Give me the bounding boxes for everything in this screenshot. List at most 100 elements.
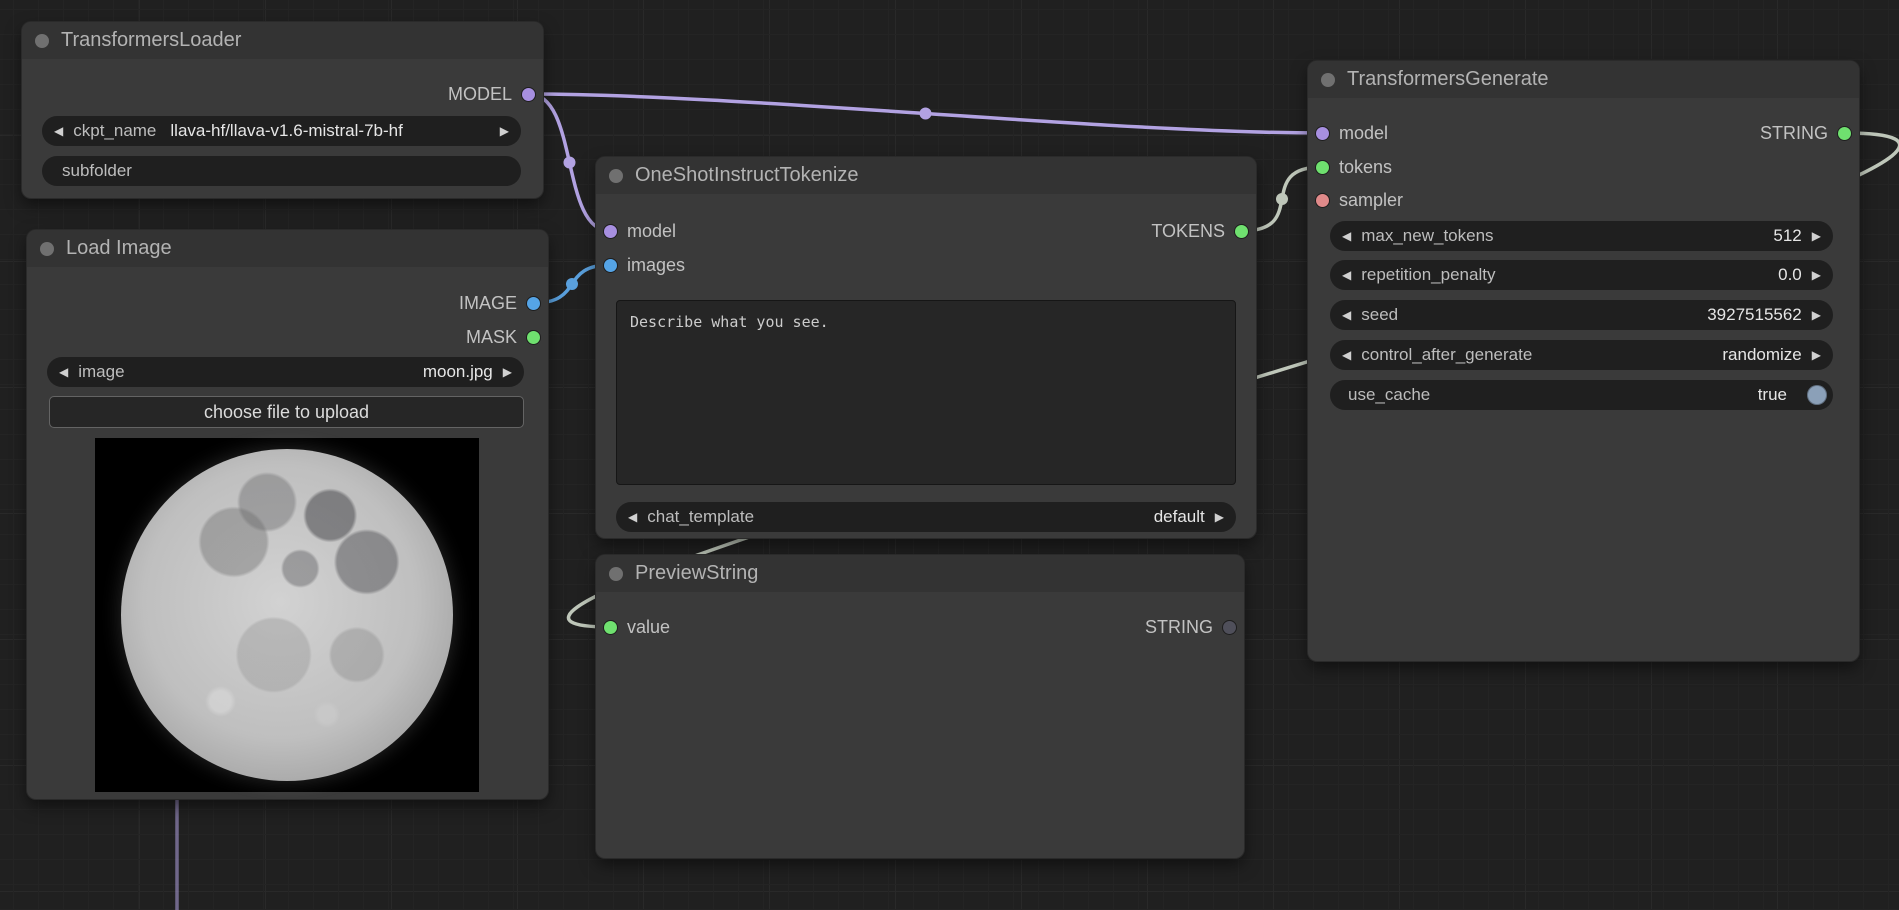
slot-dot-model-icon[interactable]	[522, 88, 535, 101]
widget-name: control_after_generate	[1361, 345, 1532, 365]
slot-label: MASK	[466, 327, 517, 348]
moon-image	[121, 449, 453, 781]
slot-dot-sampler-icon[interactable]	[1316, 194, 1329, 207]
widget-chat-template[interactable]: ◀ chat_template default ▶	[616, 502, 1236, 532]
node-status-dot-icon	[609, 567, 623, 581]
slot-dot-string-icon[interactable]	[1838, 127, 1851, 140]
link-midpoint-dot	[566, 278, 578, 290]
node-preview-string[interactable]: PreviewString value STRING	[596, 555, 1244, 858]
slot-dot-mask-icon[interactable]	[527, 331, 540, 344]
node-status-dot-icon	[1321, 73, 1335, 87]
node-title-bar[interactable]: TransformersGenerate	[1308, 61, 1859, 98]
image-preview	[95, 438, 479, 792]
node-load-image[interactable]: Load Image IMAGE MASK ◀ image moon.jpg ▶…	[27, 230, 548, 799]
output-slot-model[interactable]: MODEL	[448, 81, 535, 107]
widget-subfolder[interactable]: subfolder	[42, 156, 521, 186]
combo-right-arrow-icon[interactable]: ▶	[1812, 308, 1821, 322]
slot-label: sampler	[1339, 190, 1403, 211]
node-status-dot-icon	[35, 34, 49, 48]
slot-label: images	[627, 255, 685, 276]
widget-control-after-generate[interactable]: ◀ control_after_generate randomize ▶	[1330, 340, 1833, 370]
node-graph-canvas[interactable]: TransformersLoader MODEL ◀ ckpt_name lla…	[0, 0, 1899, 910]
prompt-textarea[interactable]: Describe what you see.	[616, 300, 1236, 485]
slot-label: IMAGE	[459, 293, 517, 314]
widget-name: image	[78, 362, 124, 382]
combo-left-arrow-icon[interactable]: ◀	[1342, 308, 1351, 322]
widget-name: ckpt_name	[73, 121, 156, 141]
slot-dot-string-icon[interactable]	[1223, 621, 1236, 634]
combo-left-arrow-icon[interactable]: ◀	[54, 124, 63, 138]
node-transformers-generate[interactable]: TransformersGenerate model tokens sample…	[1308, 61, 1859, 661]
input-slot-model[interactable]: model	[604, 218, 676, 244]
link-midpoint-dot	[920, 108, 932, 120]
widget-value: llava-hf/llava-v1.6-mistral-7b-hf	[170, 121, 402, 141]
slot-dot-model-icon[interactable]	[604, 225, 617, 238]
output-slot-string[interactable]: STRING	[1760, 120, 1851, 146]
combo-left-arrow-icon[interactable]: ◀	[1342, 229, 1351, 243]
output-slot-string[interactable]: STRING	[1145, 614, 1236, 640]
slot-label: TOKENS	[1151, 221, 1225, 242]
widget-value: default	[1154, 507, 1205, 527]
node-status-dot-icon	[40, 242, 54, 256]
widget-value: true	[1758, 385, 1787, 405]
combo-right-arrow-icon[interactable]: ▶	[1215, 510, 1224, 524]
slot-dot-model-icon[interactable]	[1316, 127, 1329, 140]
node-transformers-loader[interactable]: TransformersLoader MODEL ◀ ckpt_name lla…	[22, 22, 543, 198]
node-title: OneShotInstructTokenize	[635, 164, 858, 187]
input-slot-images[interactable]: images	[604, 252, 685, 278]
widget-name: subfolder	[62, 161, 132, 181]
slot-dot-image-icon[interactable]	[527, 297, 540, 310]
widget-name: use_cache	[1348, 385, 1430, 405]
combo-left-arrow-icon[interactable]: ◀	[59, 365, 68, 379]
node-title-bar[interactable]: OneShotInstructTokenize	[596, 157, 1256, 194]
node-title-bar[interactable]: TransformersLoader	[22, 22, 543, 59]
use-cache-toggle[interactable]	[1807, 385, 1827, 405]
node-status-dot-icon	[609, 169, 623, 183]
combo-left-arrow-icon[interactable]: ◀	[1342, 348, 1351, 362]
output-slot-tokens[interactable]: TOKENS	[1151, 218, 1248, 244]
output-slot-image[interactable]: IMAGE	[459, 290, 540, 316]
input-slot-tokens[interactable]: tokens	[1316, 154, 1392, 180]
input-slot-sampler[interactable]: sampler	[1316, 187, 1403, 213]
widget-name: max_new_tokens	[1361, 226, 1493, 246]
link-midpoint-dot	[564, 157, 576, 169]
slot-label: tokens	[1339, 157, 1392, 178]
slot-dot-value-icon[interactable]	[604, 621, 617, 634]
slot-label: STRING	[1760, 123, 1828, 144]
input-slot-model[interactable]: model	[1316, 120, 1388, 146]
widget-name: repetition_penalty	[1361, 265, 1495, 285]
widget-max-new-tokens[interactable]: ◀ max_new_tokens 512 ▶	[1330, 221, 1833, 251]
combo-left-arrow-icon[interactable]: ◀	[628, 510, 637, 524]
widget-value: 3927515562	[1707, 305, 1802, 325]
input-slot-value[interactable]: value	[604, 614, 670, 640]
combo-right-arrow-icon[interactable]: ▶	[1812, 229, 1821, 243]
slot-dot-tokens-icon[interactable]	[1235, 225, 1248, 238]
widget-use-cache[interactable]: use_cache true	[1330, 380, 1833, 410]
node-title: TransformersLoader	[61, 29, 241, 52]
combo-right-arrow-icon[interactable]: ▶	[1812, 348, 1821, 362]
link-model-to-generate	[529, 94, 1322, 133]
slot-label: STRING	[1145, 617, 1213, 638]
combo-left-arrow-icon[interactable]: ◀	[1342, 268, 1351, 282]
widget-seed[interactable]: ◀ seed 3927515562 ▶	[1330, 300, 1833, 330]
node-title: Load Image	[66, 237, 172, 260]
slot-label: model	[627, 221, 676, 242]
widget-image[interactable]: ◀ image moon.jpg ▶	[47, 357, 524, 387]
widget-value: 0.0	[1778, 265, 1802, 285]
widget-repetition-penalty[interactable]: ◀ repetition_penalty 0.0 ▶	[1330, 260, 1833, 290]
slot-dot-images-icon[interactable]	[604, 259, 617, 272]
widget-value: randomize	[1722, 345, 1801, 365]
choose-file-button[interactable]: choose file to upload	[49, 396, 524, 428]
combo-right-arrow-icon[interactable]: ▶	[1812, 268, 1821, 282]
widget-name: chat_template	[647, 507, 754, 527]
widget-ckpt-name[interactable]: ◀ ckpt_name llava-hf/llava-v1.6-mistral-…	[42, 116, 521, 146]
node-title-bar[interactable]: Load Image	[27, 230, 548, 267]
node-title-bar[interactable]: PreviewString	[596, 555, 1244, 592]
node-title: PreviewString	[635, 562, 758, 585]
slot-dot-tokens-icon[interactable]	[1316, 161, 1329, 174]
combo-right-arrow-icon[interactable]: ▶	[500, 124, 509, 138]
combo-right-arrow-icon[interactable]: ▶	[503, 365, 512, 379]
output-slot-mask[interactable]: MASK	[466, 324, 540, 350]
node-oneshot-instruct-tokenize[interactable]: OneShotInstructTokenize model images TOK…	[596, 157, 1256, 538]
widget-value: moon.jpg	[423, 362, 493, 382]
